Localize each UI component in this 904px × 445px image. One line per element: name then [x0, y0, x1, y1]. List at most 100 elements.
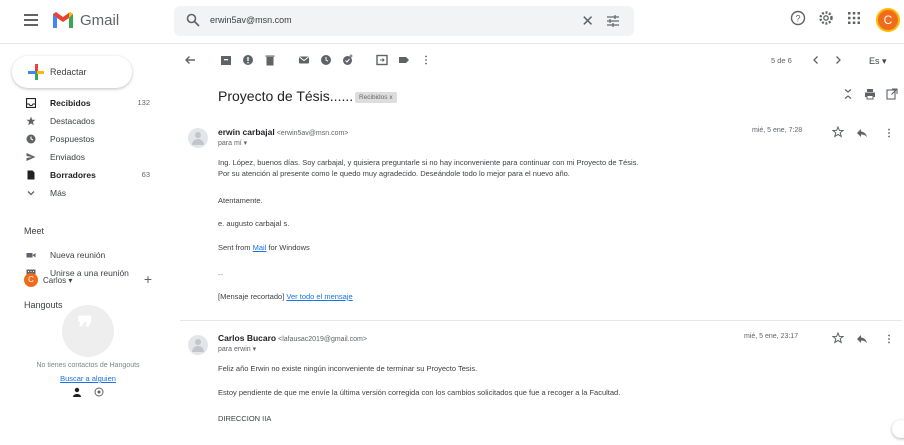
sidebar-item-label: Más	[50, 188, 67, 198]
send-icon	[26, 153, 36, 161]
sidebar: Redactar Recibidos 132 Destacados Pospue…	[0, 44, 176, 445]
add-contact-icon[interactable]: +	[144, 271, 152, 287]
archive-icon[interactable]	[220, 54, 232, 66]
message-body-line: DIRECCION IIA	[218, 414, 272, 423]
signature-separator: --	[218, 270, 223, 279]
clipped-message-line: [Mensaje recortado] Ver todo el mensaje	[218, 292, 353, 301]
sidebar-item-sent[interactable]: Enviados	[0, 148, 166, 166]
hangouts-user-selector[interactable]: C Carlos ▾ +	[24, 271, 164, 289]
pagination-text: 5 de 6	[771, 56, 792, 65]
report-spam-icon[interactable]	[242, 54, 254, 66]
clear-search-icon[interactable]: ✕	[581, 12, 594, 30]
inbox-label-chip[interactable]: Recibidos x	[355, 92, 397, 103]
hangouts-quote-icon: ❞	[62, 305, 114, 357]
chevron-down-icon	[27, 191, 35, 196]
snooze-clock-icon[interactable]	[320, 54, 332, 66]
sidebar-item-inbox[interactable]: Recibidos 132	[0, 94, 166, 112]
gmail-brand[interactable]: Gmail	[80, 12, 119, 29]
hangouts-bottom-bar	[72, 387, 112, 399]
hangouts-avatar: C	[24, 273, 38, 287]
sidebar-item-label: Borradores	[50, 170, 96, 180]
message-toolbar: 5 de 6 Es ▾	[176, 44, 904, 78]
thread-subject: Proyecto de Tésis......	[218, 88, 354, 104]
sender-avatar[interactable]	[188, 335, 208, 355]
sender-avatar[interactable]	[188, 128, 208, 148]
reply-icon[interactable]	[856, 127, 868, 139]
sender-name[interactable]: Carlos Bucaro <lafausac2019@gmail.com>	[218, 333, 367, 343]
inbox-icon	[26, 98, 36, 108]
recipient-line[interactable]: para erwin ▾	[218, 345, 256, 353]
settings-gear-icon[interactable]	[818, 10, 834, 26]
search-input[interactable]: erwin5av@msn.com	[210, 15, 292, 25]
draft-count: 63	[141, 170, 150, 179]
back-arrow-icon[interactable]	[184, 54, 196, 66]
search-options-icon[interactable]	[606, 14, 620, 28]
label-icon[interactable]	[398, 54, 410, 66]
sidebar-item-drafts[interactable]: Borradores 63	[0, 166, 166, 184]
clock-icon	[26, 134, 36, 144]
account-avatar[interactable]: C	[876, 8, 900, 32]
star-icon	[26, 116, 36, 126]
svg-text:?: ?	[795, 14, 800, 24]
chevron-right-icon[interactable]	[832, 54, 844, 66]
message-date: mié, 5 ene, 23:17	[744, 333, 799, 340]
more-vert-icon[interactable]	[883, 333, 895, 345]
gmail-logo[interactable]	[52, 12, 74, 28]
person-icon[interactable]	[72, 387, 82, 397]
side-panel-toggle[interactable]	[892, 420, 904, 438]
star-outline-icon[interactable]	[832, 126, 844, 138]
sidebar-item-label: Pospuestos	[50, 134, 95, 144]
open-new-window-icon[interactable]	[886, 88, 898, 100]
sidebar-item-label: Recibidos	[50, 98, 91, 108]
signature-line: Sent from Mail for Windows	[218, 243, 310, 252]
print-icon[interactable]	[864, 88, 876, 100]
chevron-left-icon[interactable]	[810, 54, 822, 66]
more-vert-icon[interactable]	[883, 127, 895, 139]
plus-icon	[28, 64, 44, 80]
recipient-line[interactable]: para mí ▾	[218, 139, 247, 147]
more-vert-icon[interactable]	[420, 54, 432, 66]
message-date: mié, 5 ene, 7:28	[752, 127, 803, 134]
mail-app-link[interactable]: Mail	[253, 243, 267, 252]
hangouts-section-title: Hangouts	[24, 300, 63, 310]
star-outline-icon[interactable]	[832, 332, 844, 344]
sidebar-item-new-meeting[interactable]: Nueva reunión	[0, 246, 166, 264]
phone-icon[interactable]	[94, 387, 104, 397]
input-language-selector[interactable]: Es ▾	[869, 56, 887, 67]
find-someone-link[interactable]: Buscar a alguien	[0, 374, 176, 383]
message-body-line: Ing. López, buenos días. Soy carbajal, y…	[218, 158, 639, 167]
expand-all-icon[interactable]	[842, 88, 854, 100]
mark-unread-icon[interactable]	[298, 54, 310, 66]
sender-name[interactable]: erwin carbajal <erwin5av@msn.com>	[218, 127, 348, 137]
reply-icon[interactable]	[856, 333, 868, 345]
add-task-icon[interactable]	[342, 54, 354, 66]
sidebar-item-starred[interactable]: Destacados	[0, 112, 166, 130]
search-icon[interactable]	[186, 13, 200, 27]
sidebar-item-label: Nueva reunión	[50, 250, 106, 260]
video-icon	[26, 253, 36, 258]
top-bar: Gmail erwin5av@msn.com ✕ ? C	[0, 0, 904, 44]
sender-email: <erwin5av@msn.com>	[276, 130, 349, 137]
sidebar-item-more[interactable]: Más	[0, 184, 166, 202]
message-body-line: e. augusto carbajal s.	[218, 219, 290, 228]
move-to-icon[interactable]	[376, 54, 388, 66]
message-divider	[180, 320, 902, 321]
message-body-line: Feliz año Erwin no existe ningún inconve…	[218, 364, 478, 373]
delete-icon[interactable]	[264, 54, 276, 66]
sidebar-item-snoozed[interactable]: Pospuestos	[0, 130, 166, 148]
view-entire-message-link[interactable]: Ver todo el mensaje	[286, 292, 352, 301]
sidebar-item-label: Destacados	[50, 116, 95, 126]
help-icon[interactable]: ?	[790, 10, 806, 26]
search-bar[interactable]: erwin5av@msn.com ✕	[174, 6, 634, 36]
clipped-message-text: [Mensaje recortado]	[218, 292, 285, 301]
draft-icon	[27, 170, 35, 180]
sender-email: <lafausac2019@gmail.com>	[278, 336, 367, 343]
unread-count: 132	[137, 98, 150, 107]
sidebar-item-label: Enviados	[50, 152, 85, 162]
hangouts-user-name: Carlos ▾	[43, 276, 73, 285]
message-body-line: Atentamente.	[218, 196, 263, 205]
apps-grid-icon[interactable]	[846, 10, 862, 26]
message-body-line: Por su atención al presente como le qued…	[218, 169, 570, 178]
main-menu-icon[interactable]	[24, 14, 38, 26]
compose-button[interactable]: Redactar	[12, 56, 132, 88]
